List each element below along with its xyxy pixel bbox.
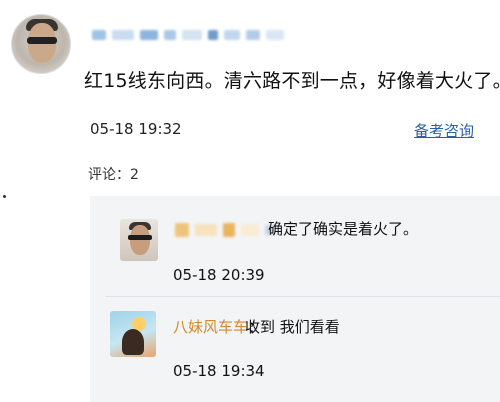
- blur-block: [164, 30, 176, 40]
- blur-block: [266, 30, 284, 40]
- comment-author-name-text: 八妹风车车: [173, 318, 249, 336]
- blur-block: [246, 30, 260, 40]
- comment-timestamp: 05-18 20:39: [173, 266, 265, 284]
- comment-divider: [105, 296, 500, 297]
- blur-block: [223, 223, 235, 237]
- comment-count: 评论：2: [88, 167, 139, 183]
- blur-block: [241, 224, 259, 236]
- blur-block: [175, 223, 189, 237]
- avatar-face: [130, 225, 150, 255]
- blur-block: [195, 224, 217, 236]
- comment-text: 确定了确实是着火了。: [268, 220, 419, 238]
- comment-text: 收到 我们看看: [245, 318, 340, 336]
- reference-link[interactable]: 备考咨询: [414, 120, 474, 141]
- comment-timestamp: 05-18 19:34: [173, 362, 265, 380]
- comment-author-name-redacted: [175, 223, 275, 237]
- blur-block: [112, 30, 134, 40]
- post-author-avatar[interactable]: [11, 14, 71, 74]
- comment-author-avatar[interactable]: [110, 311, 156, 357]
- blur-block: [208, 30, 218, 40]
- bullet-dot: [3, 195, 6, 198]
- comment-author-avatar[interactable]: [120, 219, 158, 261]
- post-timestamp: 05-18 19:32: [90, 120, 182, 138]
- blur-block: [92, 30, 106, 40]
- blur-block: [224, 30, 240, 40]
- avatar-figure: [122, 329, 144, 355]
- blur-block: [140, 30, 158, 40]
- blur-block: [182, 30, 202, 40]
- post-author-name-redacted: [92, 30, 284, 40]
- avatar-sunglasses: [128, 235, 152, 240]
- post-text: 红15线东向西。清六路不到一点，好像着大火了。: [84, 70, 500, 92]
- avatar-sunglasses: [27, 37, 57, 44]
